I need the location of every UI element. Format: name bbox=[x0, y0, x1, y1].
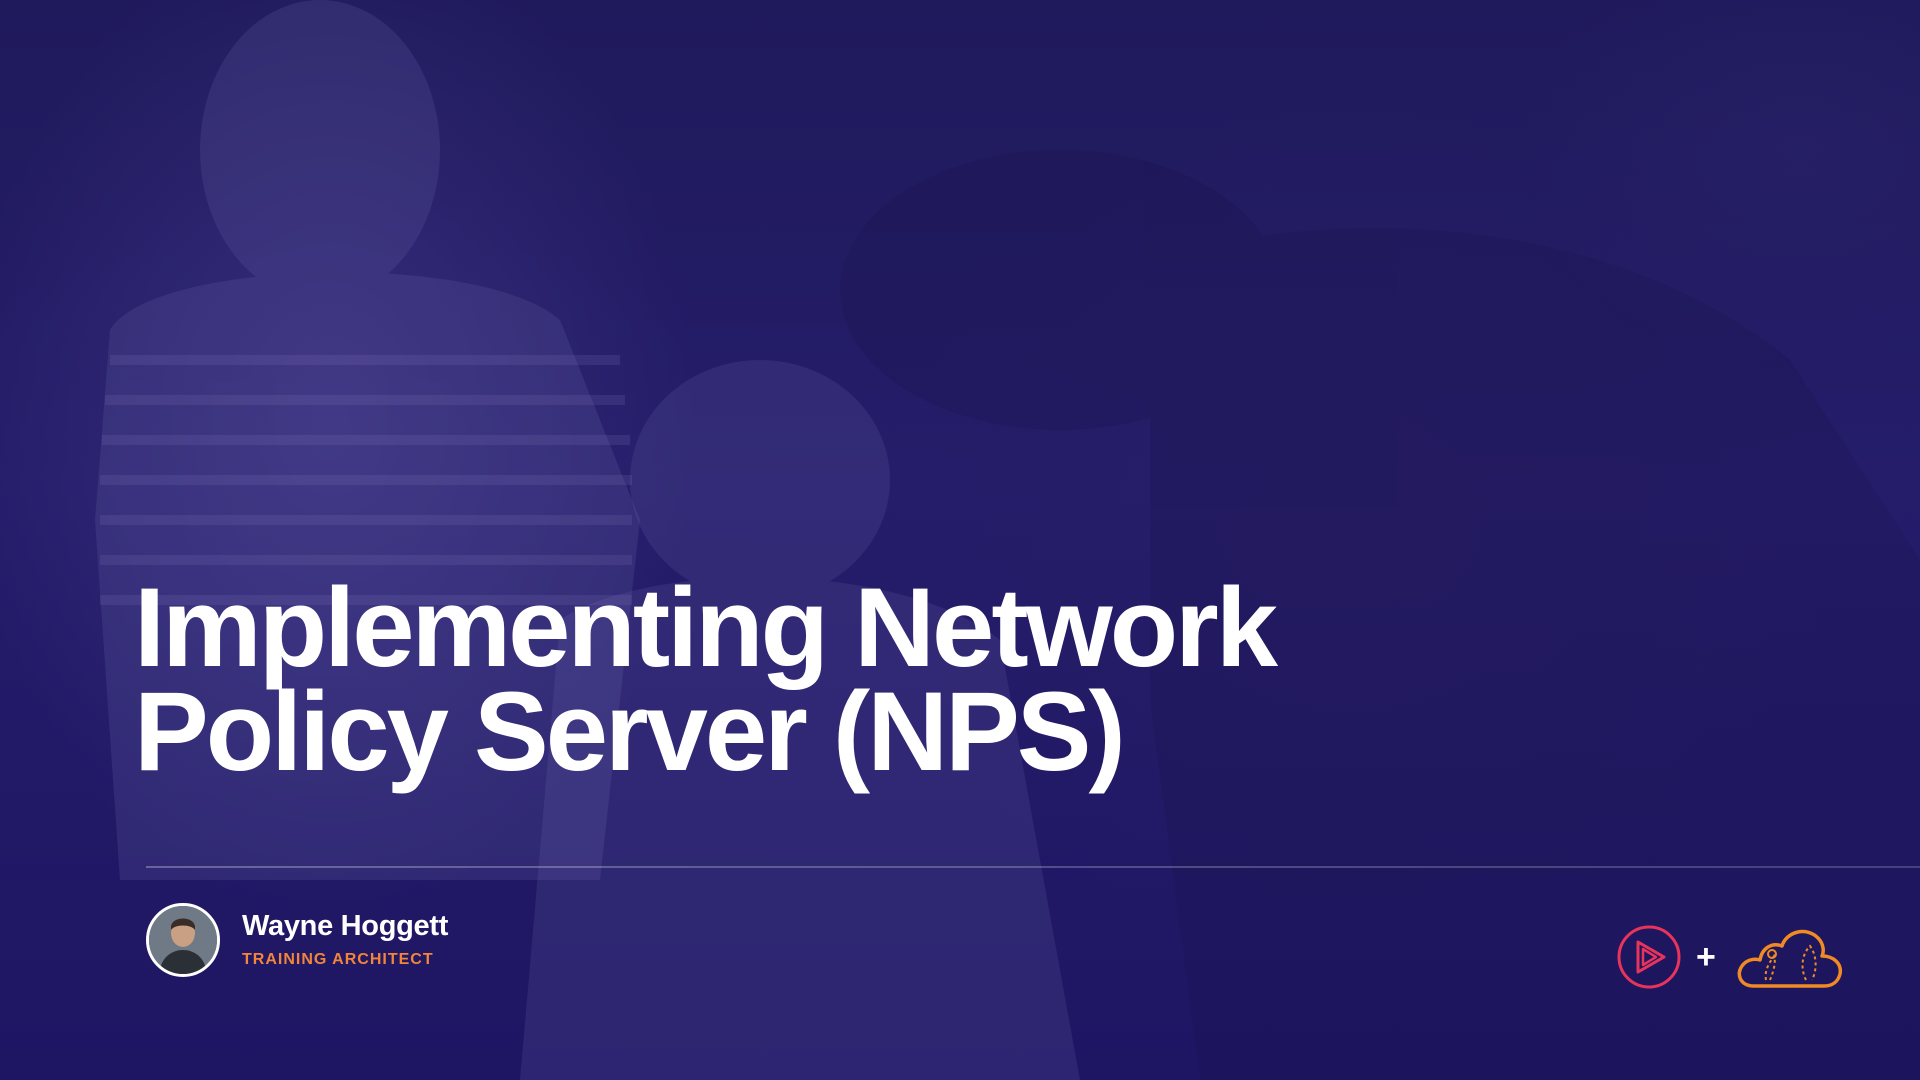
divider bbox=[146, 866, 1920, 868]
instructor-name: Wayne Hoggett bbox=[242, 910, 449, 942]
instructor-role: TRAINING ARCHITECT bbox=[242, 951, 434, 968]
title-line-2: Policy Server (NPS) bbox=[134, 669, 1126, 794]
title-line-1: Implementing Network bbox=[134, 565, 1278, 690]
cloud-logo-icon bbox=[1737, 929, 1842, 988]
title-slide: Implementing Network Policy Server (NPS)… bbox=[0, 0, 1920, 1080]
play-triangle-logo-icon bbox=[1617, 925, 1681, 989]
brand-logos: + bbox=[1616, 924, 1846, 990]
slide-title: Implementing Network Policy Server (NPS) bbox=[134, 565, 1434, 794]
plus-separator: + bbox=[1696, 938, 1716, 976]
instructor-card: Wayne Hoggett TRAINING ARCHITECT bbox=[146, 903, 448, 977]
avatar-portrait-icon bbox=[149, 906, 217, 974]
avatar bbox=[146, 903, 220, 977]
